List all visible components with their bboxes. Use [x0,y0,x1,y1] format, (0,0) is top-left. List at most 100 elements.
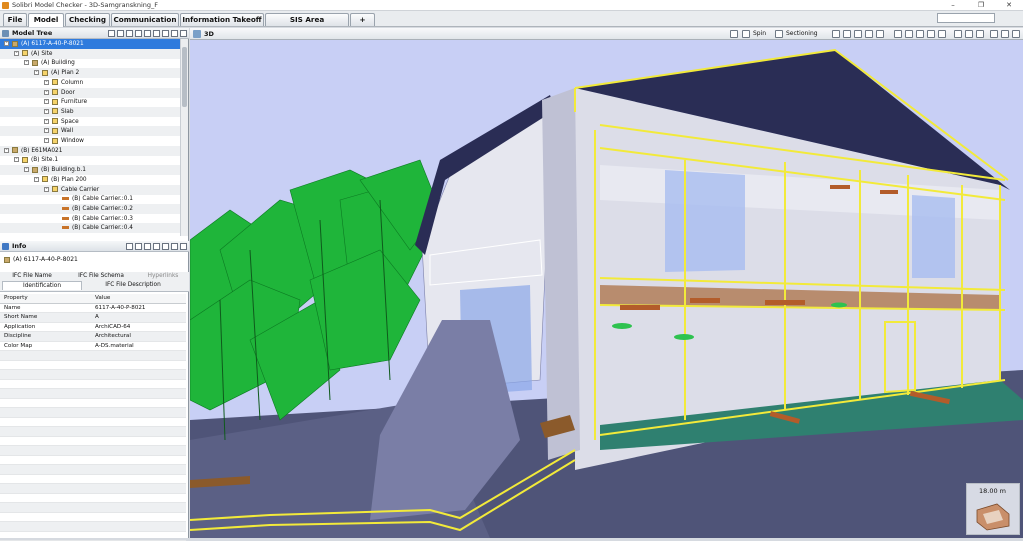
expand-toggle-icon[interactable]: - [4,148,9,153]
tab-file[interactable]: File [3,13,27,26]
tree-item[interactable]: (B) Cable Carrier.:0.2 [0,204,180,214]
spin-dropdown[interactable]: Spin [753,30,766,37]
panel-maximize-icon[interactable] [162,243,169,250]
tree-item[interactable]: -(B) Site.1 [0,155,180,165]
expand-toggle-icon[interactable]: - [34,70,39,75]
sectioning-dropdown[interactable]: Sectioning [786,30,818,37]
tab-information-takeoff[interactable]: Information Takeoff [180,13,264,26]
view-options-icon[interactable] [954,30,962,38]
options-icon[interactable] [153,30,160,37]
tree-item[interactable]: -(B) Building.b.1 [0,165,180,175]
tab-identification[interactable]: Identification [2,281,82,290]
column-header-value[interactable]: Value [95,294,110,304]
tree-item[interactable]: (B) Cable Carrier.:0.1 [0,194,180,204]
expand-toggle-icon[interactable]: - [34,177,39,182]
zoom-in-icon[interactable] [894,30,902,38]
tab-model[interactable]: Model [28,13,64,27]
panel-restore-icon[interactable] [1001,30,1009,38]
zoom-window-icon[interactable] [927,30,935,38]
tree-item[interactable]: -Door [0,88,180,98]
table-row[interactable]: Name6117-A-40-P-8021 [0,304,186,314]
transparency-icon[interactable] [876,30,884,38]
panel-close-icon[interactable] [180,30,187,37]
3d-view[interactable]: 3D Spin Sectioning [190,28,1023,538]
tree-item[interactable]: -(A) Site [0,49,180,59]
close-button[interactable]: ✕ [995,0,1023,11]
zoom-out-icon[interactable] [905,30,913,38]
tree-item[interactable]: -Space [0,117,180,127]
tree-item[interactable]: (B) Cable Carrier.:0.3 [0,214,180,224]
panel-close-icon[interactable] [1012,30,1020,38]
tree-item[interactable]: -Wall [0,126,180,136]
scrollbar-thumb[interactable] [182,47,187,107]
tab-sis-area-calculation[interactable]: SIS Area Calculation [265,13,349,26]
tab-ifc-file-description[interactable]: IFC File Description [90,281,176,290]
tab-hyperlinks[interactable]: Hyperlinks [140,272,186,281]
table-row[interactable]: DisciplineArchitectural [0,332,186,342]
section-box-icon[interactable] [832,30,840,38]
settings-icon[interactable] [153,243,160,250]
panel-restore-icon[interactable] [171,243,178,250]
tab-ifc-file-name[interactable]: IFC File Name [2,272,62,281]
panel-restore-icon[interactable] [171,30,178,37]
tree-item[interactable]: (B) Cable Carrier.:0.4 [0,223,180,233]
panel-maximize-icon[interactable] [990,30,998,38]
collapse-icon[interactable] [117,30,124,37]
tree-item[interactable]: -(B) Plan 200 [0,175,180,185]
undo-icon[interactable] [730,30,738,38]
expand-toggle-icon[interactable]: - [4,41,9,46]
expand-icon[interactable] [108,30,115,37]
tree-item[interactable]: -Furniture [0,97,180,107]
table-row[interactable]: Short NameA [0,313,186,323]
tree-icon[interactable] [144,30,151,37]
filter-icon[interactable] [126,30,133,37]
expand-toggle-icon[interactable]: - [44,128,49,133]
expand-toggle-icon[interactable]: - [44,138,49,143]
expand-toggle-icon[interactable]: - [24,167,29,172]
list-icon[interactable] [135,30,142,37]
3d-scene[interactable] [190,40,1023,538]
tree-item[interactable]: -(A) Building [0,58,180,68]
tree-item[interactable]: -Column [0,78,180,88]
expand-toggle-icon[interactable]: - [44,90,49,95]
add-tab-button[interactable]: + [350,13,375,26]
expand-toggle-icon[interactable]: - [44,80,49,85]
spin-icon[interactable] [742,30,750,38]
panel-close-icon[interactable] [180,243,187,250]
expand-toggle-icon[interactable]: - [24,60,29,65]
table-row[interactable]: Color MapA-DS.material [0,342,186,352]
maximize-button[interactable]: ❐ [967,0,995,11]
isolate-icon[interactable] [865,30,873,38]
layout-icon[interactable] [965,30,973,38]
tab-ifc-file-schema[interactable]: IFC File Schema [70,272,132,281]
back-icon[interactable] [126,243,133,250]
expand-toggle-icon[interactable]: - [44,187,49,192]
tree-item[interactable]: -Slab [0,107,180,117]
tree-item[interactable]: -(A) Plan 2 [0,68,180,78]
expand-toggle-icon[interactable]: - [14,51,19,56]
sync-icon[interactable] [144,243,151,250]
tab-checking[interactable]: Checking [65,13,110,26]
section-plane-icon[interactable] [843,30,851,38]
sectioning-icon[interactable] [775,30,783,38]
forward-icon[interactable] [135,243,142,250]
tree-item[interactable]: -Cable Carrier [0,185,180,195]
minimize-button[interactable]: – [939,0,967,11]
tree-item[interactable]: -(A) 6117-A-40-P-8021 [0,39,180,49]
fly-icon[interactable] [938,30,946,38]
search-input[interactable] [937,13,995,23]
table-row[interactable]: ApplicationArchiCAD-64 [0,323,186,333]
model-tree-scrollbar[interactable] [180,39,188,236]
tree-item[interactable]: -(B) E61MA021 [0,146,180,156]
expand-toggle-icon[interactable]: - [44,119,49,124]
minimap-icon[interactable] [973,500,1013,532]
column-header-property[interactable]: Property [4,294,28,304]
zoom-extents-icon[interactable] [916,30,924,38]
screenshot-icon[interactable] [976,30,984,38]
tab-communication[interactable]: Communication [111,13,179,26]
tree-item[interactable]: -Window [0,136,180,146]
hide-icon[interactable] [854,30,862,38]
navigation-widget[interactable]: 18.00 m [966,483,1020,535]
expand-toggle-icon[interactable]: - [44,99,49,104]
panel-maximize-icon[interactable] [162,30,169,37]
